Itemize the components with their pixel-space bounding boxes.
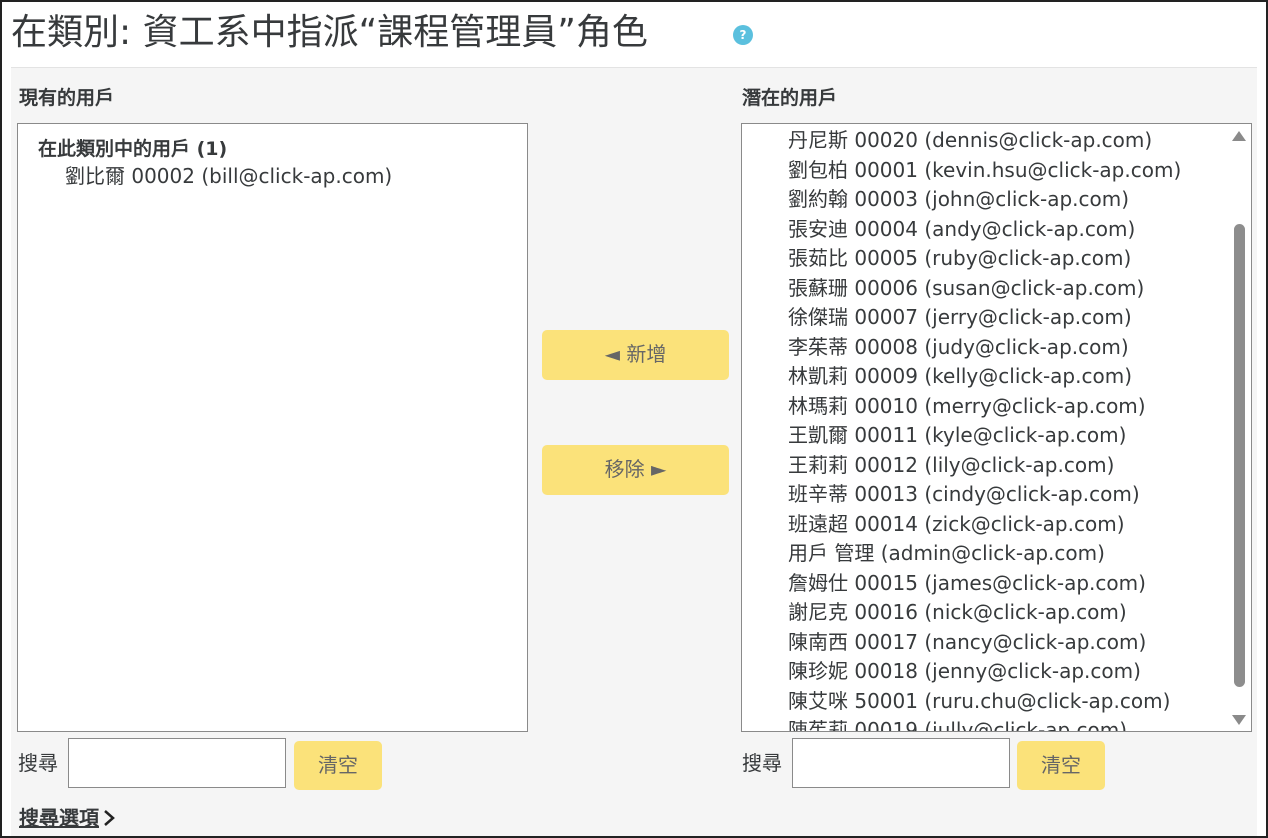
help-icon[interactable]: ?	[733, 25, 753, 45]
window-frame: 在類別: 資工系中指派“課程管理員”角色 ? 現有的用戶 在此類別中的用戶 (1…	[0, 0, 1268, 838]
user-option[interactable]: 張蘇珊 00006 (susan@click-ap.com)	[788, 274, 1144, 302]
user-option[interactable]: 陳艾咪 50001 (ruru.chu@click-ap.com)	[788, 687, 1170, 715]
potential-search-input[interactable]	[792, 738, 1010, 788]
search-options-label: 搜尋選項	[19, 806, 99, 830]
page-title: 在類別: 資工系中指派“課程管理員”角色	[11, 12, 648, 53]
user-option[interactable]: 張安迪 00004 (andy@click-ap.com)	[788, 215, 1135, 243]
user-option[interactable]: 徐傑瑞 00007 (jerry@click-ap.com)	[788, 303, 1132, 331]
potential-users-heading: 潛在的用戶	[742, 87, 838, 109]
search-options-link[interactable]: 搜尋選項	[19, 802, 115, 831]
current-users-group-label: 在此類別中的用戶 (1)	[38, 138, 228, 160]
add-user-button[interactable]: ◄ 新增	[542, 330, 729, 380]
remove-user-button[interactable]: 移除 ►	[542, 445, 729, 495]
user-option[interactable]: 張茹比 00005 (ruby@click-ap.com)	[788, 244, 1131, 272]
current-search-label: 搜尋	[18, 751, 58, 775]
user-option[interactable]: 李茱蒂 00008 (judy@click-ap.com)	[788, 333, 1129, 361]
potential-clear-button[interactable]: 清空	[1017, 741, 1105, 790]
user-option[interactable]: 班辛蒂 00013 (cindy@click-ap.com)	[788, 480, 1140, 508]
user-option[interactable]: 用戶 管理 (admin@click-ap.com)	[788, 539, 1105, 567]
current-search-input[interactable]	[68, 738, 286, 788]
user-option[interactable]: 謝尼克 00016 (nick@click-ap.com)	[788, 598, 1127, 626]
user-option[interactable]: 林凱莉 00009 (kelly@click-ap.com)	[788, 362, 1132, 390]
user-option[interactable]: 陳茱莉 00019 (jully@click-ap.com)	[788, 716, 1127, 731]
role-assign-panel: 現有的用戶 在此類別中的用戶 (1) 劉比爾 00002 (bill@click…	[11, 67, 1257, 836]
user-option[interactable]: 班遠超 00014 (zick@click-ap.com)	[788, 510, 1125, 538]
scroll-down-arrow-icon[interactable]	[1232, 715, 1246, 725]
current-clear-button[interactable]: 清空	[294, 741, 382, 790]
user-option[interactable]: 林瑪莉 00010 (merry@click-ap.com)	[788, 392, 1146, 420]
chevron-right-icon	[103, 806, 115, 830]
scrollbar-thumb[interactable]	[1234, 224, 1245, 687]
user-option[interactable]: 劉約翰 00003 (john@click-ap.com)	[788, 185, 1129, 213]
user-option[interactable]: 陳珍妮 00018 (jenny@click-ap.com)	[788, 657, 1141, 685]
user-option[interactable]: 陳南西 00017 (nancy@click-ap.com)	[788, 628, 1146, 656]
user-option[interactable]: 劉包柏 00001 (kevin.hsu@click-ap.com)	[788, 156, 1181, 184]
potential-users-listbox[interactable]: 丹尼斯 00020 (dennis@click-ap.com) 劉包柏 00001…	[741, 123, 1252, 732]
current-users-heading: 現有的用戶	[19, 87, 115, 109]
user-option[interactable]: 詹姆仕 00015 (james@click-ap.com)	[788, 569, 1146, 597]
user-option[interactable]: 王莉莉 00012 (lily@click-ap.com)	[788, 451, 1114, 479]
scroll-up-arrow-icon[interactable]	[1232, 131, 1246, 141]
user-option[interactable]: 王凱爾 00011 (kyle@click-ap.com)	[788, 421, 1126, 449]
user-option[interactable]: 劉比爾 00002 (bill@click-ap.com)	[65, 162, 392, 190]
current-users-listbox[interactable]: 在此類別中的用戶 (1) 劉比爾 00002 (bill@click-ap.co…	[17, 123, 528, 732]
potential-search-label: 搜尋	[742, 751, 782, 775]
user-option[interactable]: 丹尼斯 00020 (dennis@click-ap.com)	[788, 126, 1152, 154]
